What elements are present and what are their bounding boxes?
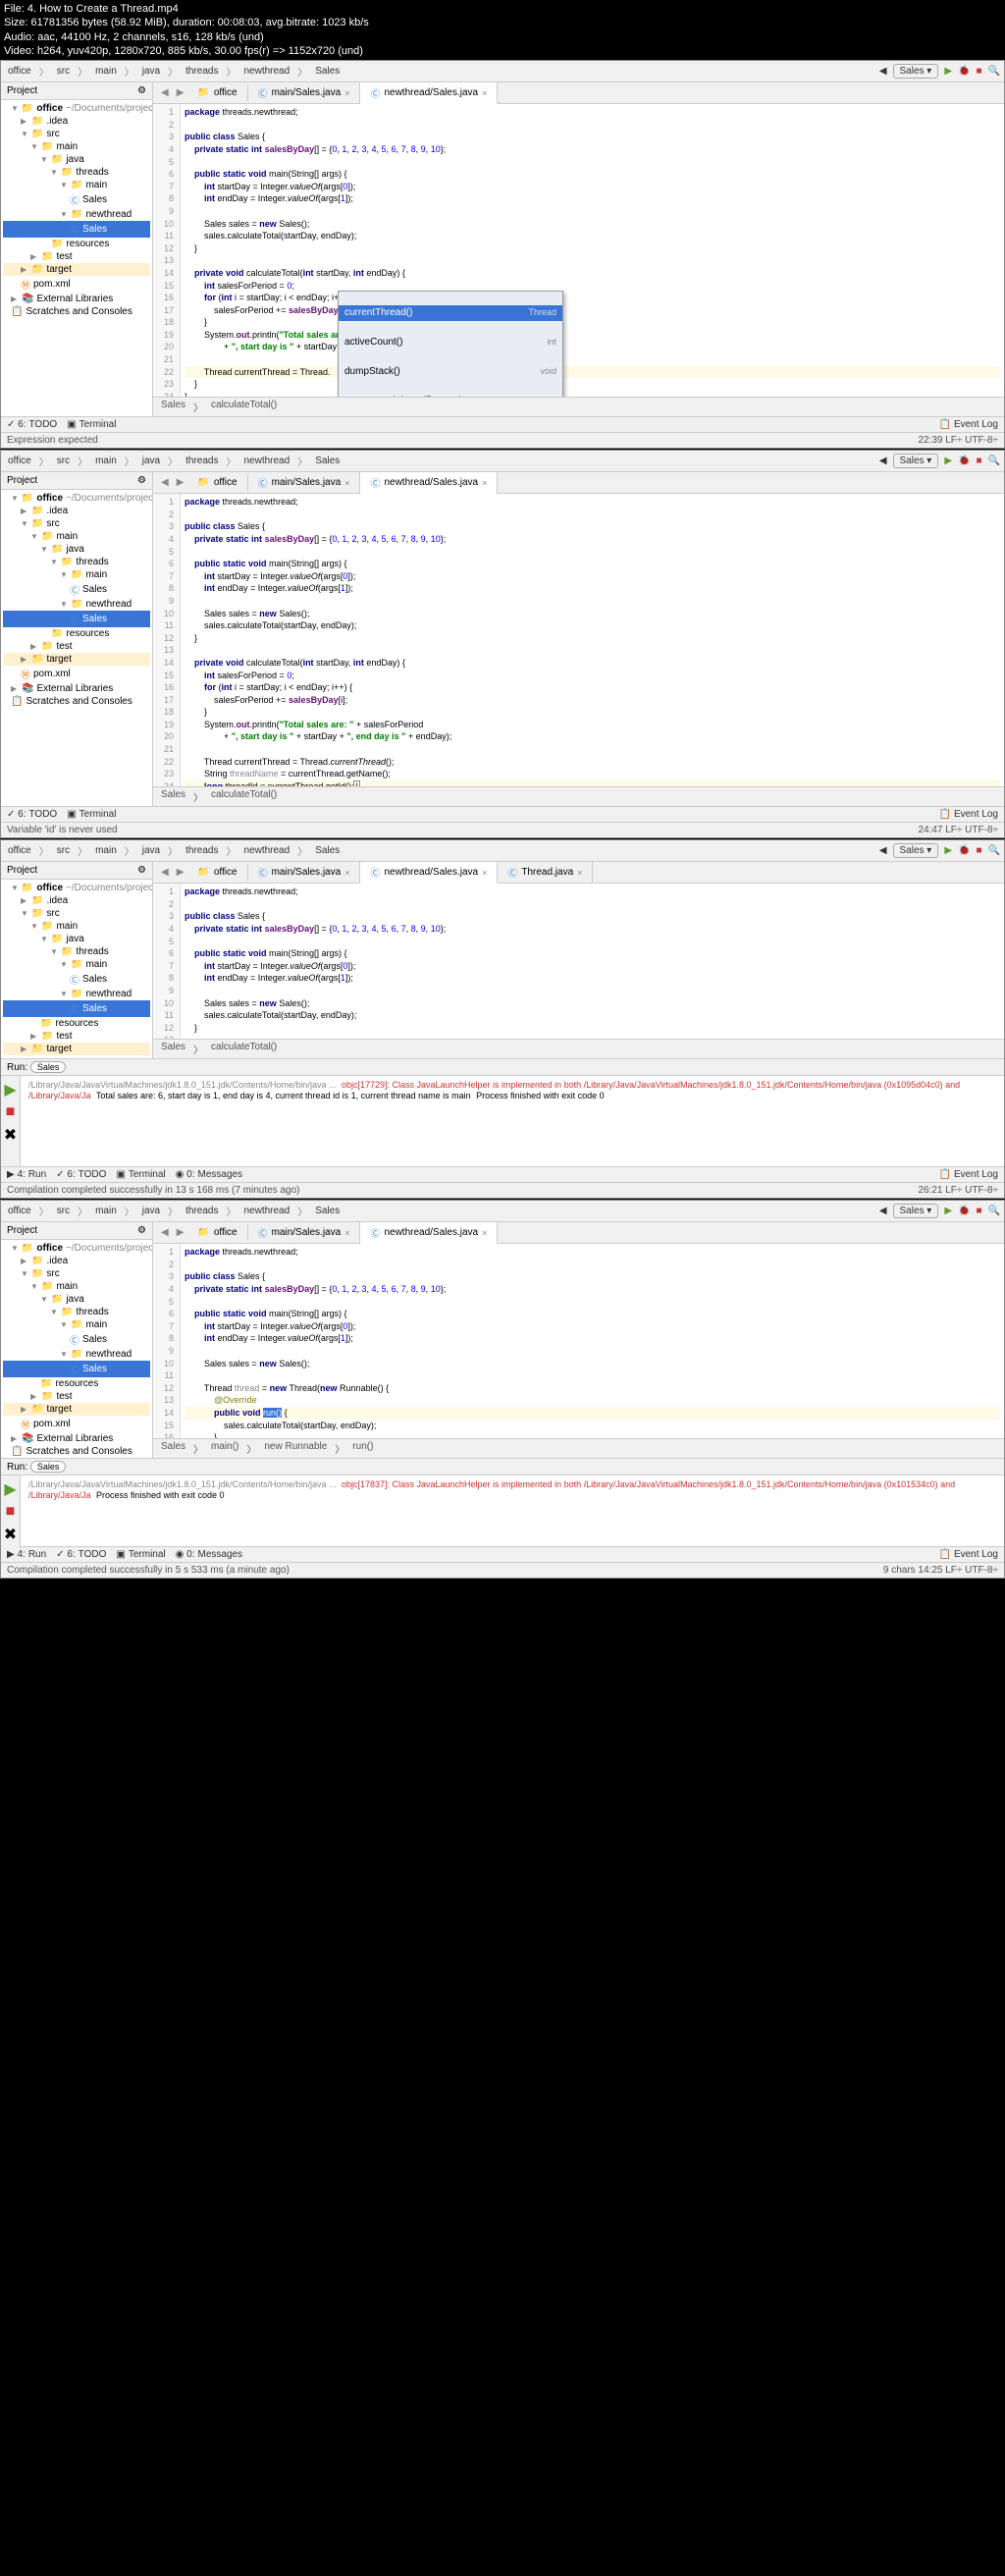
tree-item[interactable]: ⒸSales <box>3 191 150 208</box>
tree-item[interactable]: ▼📁main <box>3 179 150 191</box>
tree-item[interactable]: Ⓜpom.xml <box>3 276 150 293</box>
project-tool-window: Project ⚙ ▼📁office ~/Documents/project/dt… <box>1 82 153 416</box>
debug-icon[interactable]: 🐞 <box>958 66 970 77</box>
code-editor[interactable]: 123456789101112131415161718192021222324 … <box>153 104 1004 397</box>
terminal-tab[interactable]: ▣ Terminal <box>67 419 116 430</box>
tab[interactable]: 📁office <box>187 84 247 101</box>
breadcrumbs: office〉 src〉 main〉 java〉 threads〉 newthr… <box>5 63 343 80</box>
close-icon[interactable]: × <box>344 88 349 98</box>
ide-frame-4: office〉src〉main〉java〉threads〉newthread〉S… <box>0 1200 1005 1579</box>
stop-icon[interactable]: ■ <box>6 1103 16 1121</box>
run-config-dropdown[interactable]: Sales ▾ <box>893 64 939 79</box>
run-tool-window: Run: Sales ▶ ■ ✖ /Library/Java/JavaVirtu… <box>1 1058 1004 1166</box>
autocomplete-item[interactable]: enumerate(Thread[] tarray)int <box>339 394 562 397</box>
crumb[interactable]: main <box>92 65 120 78</box>
crumb[interactable]: office <box>5 65 34 78</box>
autocomplete-item[interactable]: currentThread()Thread <box>339 305 562 321</box>
tree-item[interactable]: ▶📚External Libraries <box>3 293 150 305</box>
run-toolbar: ▶ ■ ✖ <box>1 1076 21 1166</box>
status-bar: Expression expected22:39 LF÷ UTF-8÷ <box>1 432 1004 448</box>
toolbar: ◀ Sales ▾ ▶ 🐞 ■ 🔍 <box>879 64 1000 79</box>
rerun-icon[interactable]: ▶ <box>4 1080 16 1100</box>
tree-item[interactable]: ▶📁.idea <box>3 115 150 128</box>
todo-tab[interactable]: ✓ 6: TODO <box>7 419 57 430</box>
editor-area: ◀ ▶ 📁office Ⓒmain/Sales.java× Ⓒnewthread… <box>153 82 1004 416</box>
tree-root[interactable]: ▼📁office ~/Documents/project/dts/office <box>3 102 150 115</box>
tab-bar: ◀ ▶ 📁office Ⓒmain/Sales.java× Ⓒnewthread… <box>153 82 1004 104</box>
gutter: 123456789101112131415161718192021222324 <box>153 104 181 397</box>
tree-item[interactable]: ▶📁test <box>3 250 150 263</box>
tree-item[interactable]: ▼📁java <box>3 153 150 166</box>
crumb[interactable]: src <box>54 65 73 78</box>
breadcrumb-bar: office〉 src〉 main〉 java〉 threads〉 newthr… <box>1 61 1004 82</box>
tree-item[interactable]: 📁resources <box>3 238 150 250</box>
video-metadata-header: File: 4. How to Create a Thread.mp4 Size… <box>0 0 1005 60</box>
crumb[interactable]: threads <box>183 65 221 78</box>
tree-item[interactable]: 📋Scratches and Consoles <box>3 305 150 318</box>
tab-active[interactable]: Ⓒnewthread/Sales.java× <box>360 82 498 104</box>
autocomplete-item[interactable]: dumpStack()void <box>339 364 562 380</box>
ide-frame-3: office〉src〉main〉java〉threads〉newthread〉S… <box>0 839 1005 1199</box>
autocomplete-item[interactable]: activeCount()int <box>339 335 562 350</box>
tab[interactable]: Ⓒmain/Sales.java× <box>248 82 361 103</box>
run-header: Run: Sales <box>1 1059 1004 1076</box>
back-icon[interactable]: ◀ <box>879 66 887 77</box>
run-icon[interactable]: ▶ <box>944 66 952 77</box>
messages-tab[interactable]: ◉ 0: Messages <box>176 1169 242 1180</box>
tree-item[interactable]: ▼📁main <box>3 140 150 153</box>
nav-fwd[interactable]: ▶ <box>173 85 188 100</box>
bottom-tool-bar: ✓ 6: TODO ▣ Terminal 📋 Event Log <box>1 416 1004 432</box>
project-title: Project <box>7 85 37 96</box>
crumb[interactable]: Sales <box>312 65 343 78</box>
crumb[interactable]: java <box>139 65 163 78</box>
tree-item[interactable]: ▼📁threads <box>3 166 150 179</box>
tree-item[interactable]: ▼📁src <box>3 128 150 140</box>
stop-icon[interactable]: ■ <box>977 66 982 77</box>
crumb[interactable]: newthread <box>240 65 292 78</box>
editor-breadcrumb: Sales〉calculateTotal() <box>153 397 1004 416</box>
tree-item[interactable]: ▼📁newthread <box>3 208 150 221</box>
ide-frame-1: office〉 src〉 main〉 java〉 threads〉 newthr… <box>0 60 1005 449</box>
code-content[interactable]: package threads.newthread; public class … <box>181 104 1004 397</box>
nav-back[interactable]: ◀ <box>157 85 173 100</box>
tree-item-selected[interactable]: ⒸSales <box>3 221 150 238</box>
run-output[interactable]: /Library/Java/JavaVirtualMachines/jdk1.8… <box>21 1076 1004 1166</box>
gear-icon[interactable]: ⚙ <box>137 85 146 96</box>
search-icon[interactable]: 🔍 <box>988 66 1000 77</box>
close-icon[interactable]: × <box>482 88 487 98</box>
project-tree[interactable]: ▼📁office ~/Documents/project/dts/office … <box>1 100 152 416</box>
autocomplete-popup[interactable]: currentThread()Thread activeCount()int d… <box>338 291 563 397</box>
ide-frame-2: office〉src〉main〉java〉threads〉newthread〉S… <box>0 450 1005 838</box>
tree-item[interactable]: ▶📁target <box>3 263 150 276</box>
close-icon[interactable]: ✖ <box>4 1125 17 1145</box>
event-log[interactable]: 📋 Event Log <box>939 419 999 430</box>
run-tab[interactable]: ▶ 4: Run <box>7 1169 46 1180</box>
